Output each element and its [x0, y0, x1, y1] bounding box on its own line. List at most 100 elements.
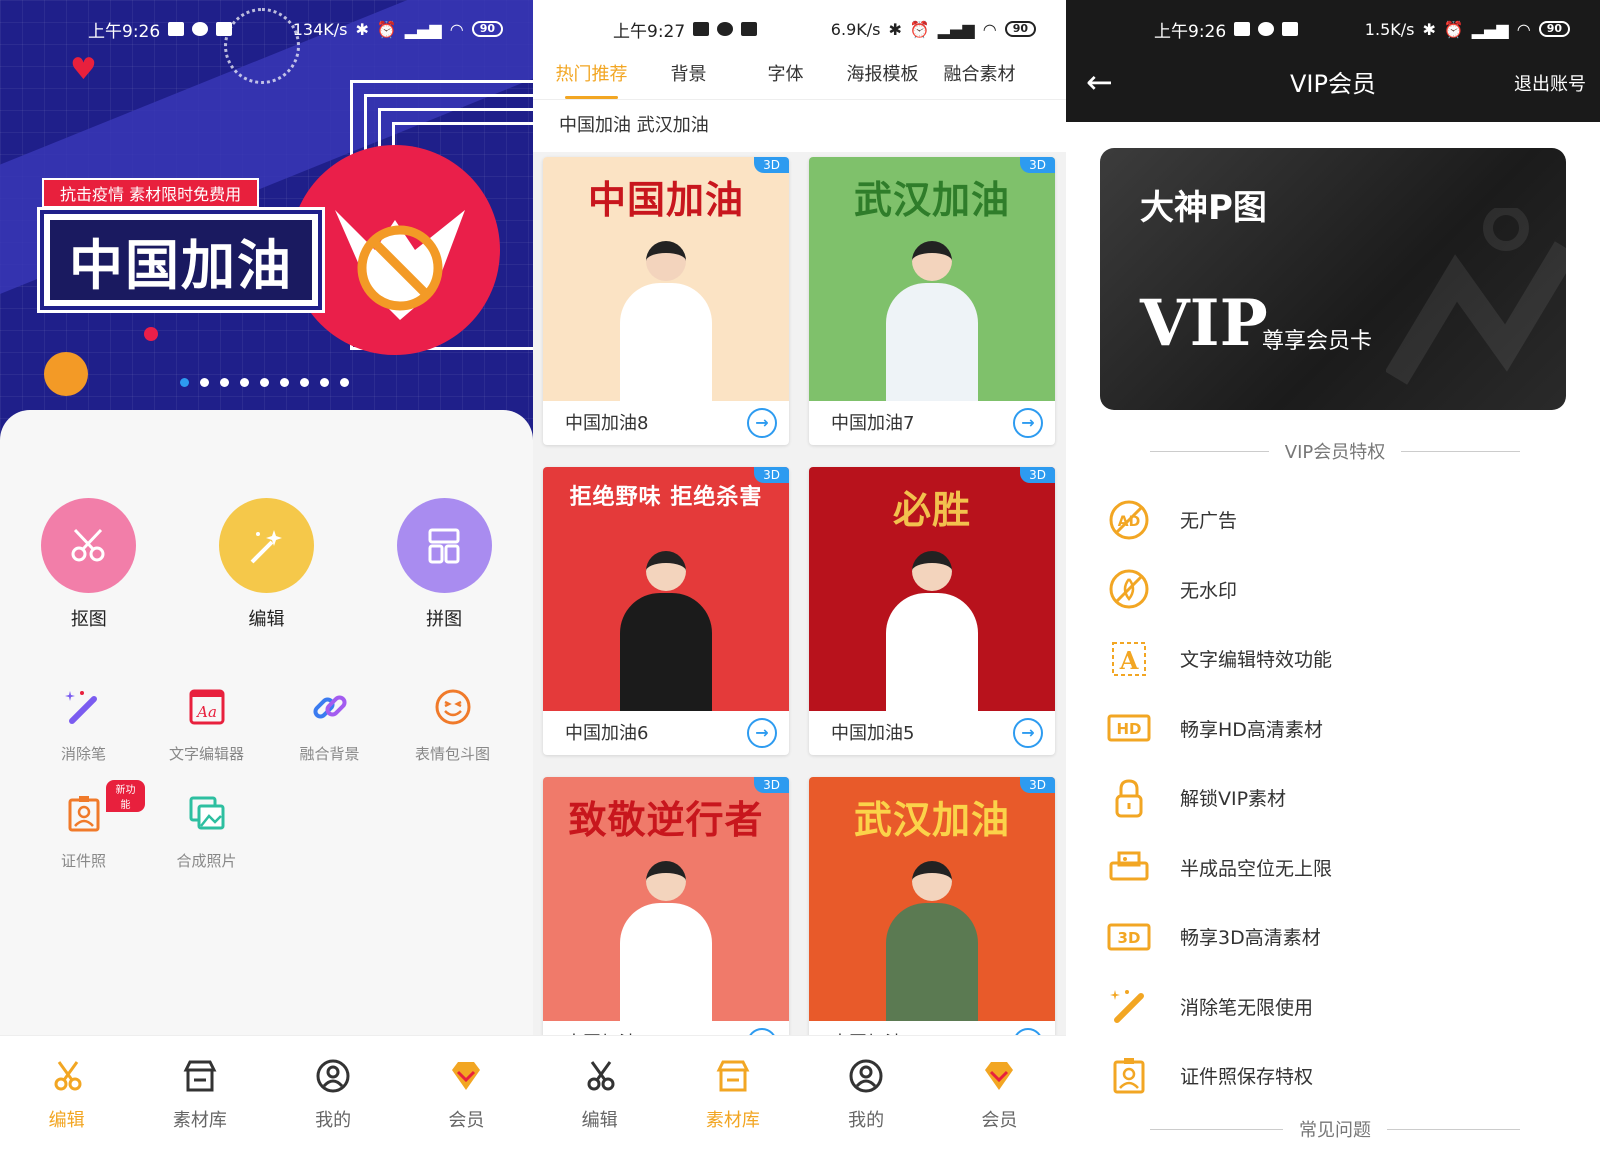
- template-name: 中国加油7: [831, 413, 915, 434]
- arrow-right-icon[interactable]: →: [1013, 408, 1043, 438]
- faq-heading: 常见问题: [1150, 1116, 1520, 1142]
- banner-slogan: 中国加油: [50, 220, 312, 300]
- text-editor-icon: Aa: [189, 689, 224, 725]
- dnd-icon: [1258, 22, 1275, 36]
- status-bar: 上午9:26 134K/s ✱ ⏰ ▂▄▆ ◠ 90: [0, 0, 533, 58]
- template-card[interactable]: 武汉加油3D中国加油3→: [809, 777, 1055, 1065]
- tab-vip[interactable]: 会员: [400, 1036, 533, 1155]
- edit-scissors-icon: [587, 1061, 615, 1091]
- privilege-item: 无水印: [1104, 555, 1564, 625]
- carousel-dot[interactable]: [200, 378, 209, 387]
- arrow-right-icon[interactable]: →: [747, 718, 777, 748]
- privilege-label: 半成品空位无上限: [1180, 857, 1333, 880]
- tool-collage[interactable]: 拼图: [355, 498, 533, 631]
- carousel-dot[interactable]: [260, 378, 269, 387]
- privileges-list: AD 无广告 无水印 A 文字编辑特效功能 HD 畅享HD高清素材 解锁VIP素…: [1104, 485, 1564, 1111]
- tool-edit[interactable]: 编辑: [178, 498, 356, 631]
- photo-merge-icon: [189, 796, 224, 830]
- profile-icon: [849, 1059, 883, 1093]
- tab-vip[interactable]: 会员: [933, 1036, 1066, 1155]
- template-card[interactable]: 致敬逆行者3D中国加油4→: [543, 777, 789, 1065]
- edit-scissors-icon: [54, 1061, 82, 1091]
- tab-mine[interactable]: 我的: [267, 1036, 400, 1155]
- status-bar: 上午9:27 6.9K/s ✱ ⏰ ▂▄▆ ◠ 90: [533, 0, 1066, 58]
- diamond-icon: [452, 1062, 481, 1090]
- banner-tag: 抗击疫情 素材限时免费用: [42, 178, 260, 208]
- tool-photo-merge[interactable]: 合成照片: [145, 792, 268, 871]
- carousel-dot[interactable]: [280, 378, 289, 387]
- privilege-label: 证件照保存特权: [1180, 1066, 1314, 1089]
- carousel-dot[interactable]: [300, 378, 309, 387]
- poster-figure: [886, 551, 978, 711]
- tab-library[interactable]: 素材库: [133, 1036, 266, 1155]
- carousel-dot[interactable]: [180, 378, 189, 387]
- tab-label: 我的: [848, 1110, 885, 1131]
- category-tab[interactable]: 背景: [640, 58, 737, 99]
- tool-id-photo[interactable]: 新功能 证件照: [22, 780, 145, 871]
- arrow-right-icon[interactable]: →: [1013, 718, 1043, 748]
- banner-red-dot: [144, 327, 158, 341]
- bluetooth-icon: ✱: [355, 19, 369, 39]
- category-tab[interactable]: 海报模板: [834, 58, 931, 99]
- unlock-icon: [1104, 773, 1154, 823]
- template-card[interactable]: 中国加油 3D 中国加油8 →: [543, 157, 789, 445]
- carousel-dot[interactable]: [220, 378, 229, 387]
- signal-icon: ▂▄▆: [1471, 19, 1509, 39]
- tool-eraser-pen[interactable]: 消除笔: [22, 685, 145, 764]
- tool-cutout[interactable]: 抠图: [0, 498, 178, 631]
- privilege-label: 消除笔无限使用: [1180, 996, 1314, 1019]
- status-time: 上午9:26: [88, 21, 161, 42]
- tab-label: 会员: [981, 1110, 1018, 1131]
- template-thumbnail: 致敬逆行者: [543, 777, 789, 1021]
- tool-text-editor[interactable]: Aa 文字编辑器: [145, 685, 268, 764]
- privileges-title: VIP会员特权: [1284, 442, 1386, 463]
- category-tab[interactable]: 字体: [737, 58, 834, 99]
- tab-mine[interactable]: 我的: [800, 1036, 933, 1155]
- promo-banner[interactable]: ♥ 抗击疫情 素材限时免费用 中国加油: [0, 0, 533, 440]
- template-grid: 中国加油 3D 中国加油8 → 武汉加油 3D 中国加油7 → 拒绝野味 拒绝杀害 3D 中国加油6…: [543, 157, 1056, 1065]
- poster-headline: 中国加油: [587, 178, 744, 222]
- printer-icon: [1104, 842, 1154, 892]
- profile-icon: [316, 1059, 350, 1093]
- category-tab[interactable]: 贴: [1028, 58, 1066, 99]
- poster-headline: 武汉加油: [853, 178, 1010, 222]
- template-card[interactable]: 武汉加油 3D 中国加油7 →: [809, 157, 1055, 445]
- 3d-badge: 3D: [1020, 467, 1055, 483]
- message-icon: [168, 22, 185, 36]
- tool-label: 抠图: [70, 609, 107, 630]
- category-tab[interactable]: 热门推荐: [543, 58, 640, 99]
- dnd-icon: [717, 22, 734, 36]
- network-speed: 1.5K/s: [1364, 19, 1415, 39]
- trash-icon: [1282, 22, 1299, 36]
- tool-emoji-battle[interactable]: 表情包斗图: [391, 685, 514, 764]
- id-photo-icon: [68, 796, 99, 832]
- 3d-badge: 3D: [1020, 777, 1055, 793]
- poster-headline: 致敬逆行者: [568, 798, 764, 842]
- category-tab[interactable]: 融合素材: [931, 58, 1028, 99]
- svg-text:Aa: Aa: [195, 703, 217, 721]
- poster-headline: 武汉加油: [853, 798, 1010, 842]
- faq-title: 常见问题: [1299, 1120, 1371, 1141]
- template-card[interactable]: 必胜 3D 中国加油5 →: [809, 467, 1055, 755]
- signal-icon: ▂▄▆: [937, 19, 975, 39]
- carousel-dot[interactable]: [240, 378, 249, 387]
- carousel-indicator[interactable]: [180, 378, 349, 387]
- store-icon: [716, 1060, 750, 1092]
- tab-edit[interactable]: 编辑: [0, 1036, 133, 1155]
- 3d-badge: 3D: [754, 157, 789, 173]
- tab-library[interactable]: 素材库: [666, 1036, 799, 1155]
- tool-merge-background[interactable]: 融合背景: [268, 685, 391, 764]
- poster-figure: [620, 551, 712, 711]
- 3d-badge: 3D: [754, 467, 789, 483]
- template-thumbnail: 中国加油: [543, 157, 789, 401]
- carousel-dot[interactable]: [320, 378, 329, 387]
- template-name: 中国加油8: [565, 413, 649, 434]
- battery-icon: 90: [471, 21, 503, 37]
- tab-edit[interactable]: 编辑: [533, 1036, 666, 1155]
- logout-button[interactable]: 退出账号: [1514, 70, 1586, 96]
- scissors-icon: [41, 498, 137, 593]
- template-card[interactable]: 拒绝野味 拒绝杀害 3D 中国加油6 →: [543, 467, 789, 755]
- bluetooth-icon: ✱: [888, 19, 902, 39]
- arrow-right-icon[interactable]: →: [747, 408, 777, 438]
- carousel-dot[interactable]: [340, 378, 349, 387]
